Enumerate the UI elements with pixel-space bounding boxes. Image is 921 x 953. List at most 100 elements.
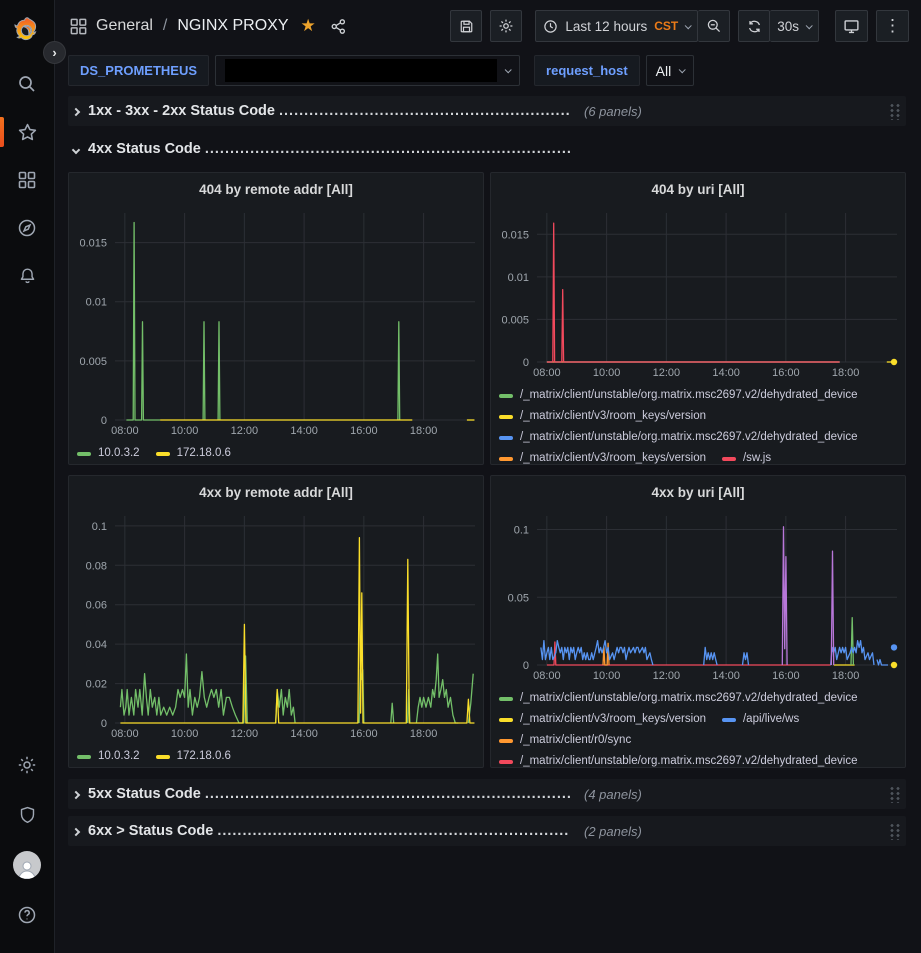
refresh-button[interactable] <box>738 10 770 42</box>
svg-text:14:00: 14:00 <box>290 425 318 437</box>
time-series-plot[interactable]: 00.0050.010.01508:0010:0012:0014:0016:00… <box>491 205 905 382</box>
legend-label: /_matrix/client/unstable/org.matrix.msc2… <box>520 688 858 709</box>
zoom-out-time-button[interactable] <box>698 10 730 42</box>
toolbar: Last 12 hours CST <box>450 10 909 42</box>
sidebar-item-explore[interactable] <box>0 204 55 252</box>
legend-item[interactable]: /_matrix/client/unstable/org.matrix.msc2… <box>499 427 858 448</box>
chevron-down-icon <box>505 66 512 73</box>
panel-4xx-by-uri: 4xx by uri [All] 00.050.108:0010:0012:00… <box>490 475 906 768</box>
svg-text:14:00: 14:00 <box>290 728 318 740</box>
row-header-1xx-3xx-2xx[interactable]: 1xx - 3xx - 2xx Status Code (6 panels) <box>68 96 906 126</box>
legend-item[interactable]: /api/live/ws <box>722 709 799 730</box>
row-drag-handle[interactable] <box>888 785 900 803</box>
panel-legend: 10.0.3.2 172.18.0.6 <box>69 440 483 464</box>
time-range-picker[interactable]: Last 12 hours CST <box>535 10 698 42</box>
panel-title[interactable]: 404 by remote addr [All] <box>69 173 483 205</box>
row-drag-handle[interactable] <box>888 822 900 840</box>
svg-text:16:00: 16:00 <box>350 728 378 740</box>
svg-text:12:00: 12:00 <box>653 367 681 379</box>
chevron-down-icon <box>685 22 692 29</box>
chevron-down-icon <box>73 140 79 158</box>
legend-swatch <box>499 760 513 764</box>
ds-prometheus-select[interactable] <box>215 55 520 86</box>
row-header-5xx[interactable]: 5xx Status Code (4 panels) <box>68 779 906 809</box>
legend-item[interactable]: /_matrix/client/v3/room_keys/version <box>499 448 706 464</box>
share-icon[interactable] <box>330 18 347 35</box>
svg-text:0.015: 0.015 <box>501 229 529 241</box>
request-host-value: All <box>656 63 672 79</box>
sidebar-item-help[interactable] <box>0 891 55 939</box>
legend-swatch <box>499 394 513 398</box>
panel-title[interactable]: 4xx by uri [All] <box>491 476 905 508</box>
svg-text:0: 0 <box>101 415 107 427</box>
more-options-button[interactable]: ⋮ <box>876 10 909 42</box>
row-header-4xx[interactable]: 4xx Status Code <box>68 134 906 164</box>
monitor-icon <box>843 18 860 35</box>
chevron-right-icon <box>73 822 79 840</box>
time-series-plot[interactable]: 00.020.040.060.080.108:0010:0012:0014:00… <box>69 508 483 743</box>
legend-label: /sw.js <box>743 448 771 464</box>
legend-swatch <box>722 718 736 722</box>
legend-label: /api/live/ws <box>743 709 799 730</box>
legend-item[interactable]: /_matrix/client/unstable/org.matrix.msc2… <box>499 385 858 406</box>
dashboard-settings-button[interactable] <box>490 10 522 42</box>
legend-item[interactable]: /_matrix/client/v3/room_keys/version <box>499 406 706 427</box>
sidebar-item-alerting[interactable] <box>0 252 55 300</box>
chevron-right-icon <box>73 785 79 803</box>
legend-label: /_matrix/client/r0/sync <box>520 730 631 751</box>
sidebar-item-configuration[interactable] <box>0 741 55 789</box>
row-header-6xx[interactable]: 6xx > Status Code (2 panels) <box>68 816 906 846</box>
svg-text:08:00: 08:00 <box>533 367 561 379</box>
panel-title[interactable]: 4xx by remote addr [All] <box>69 476 483 508</box>
panel-legend: /_matrix/client/unstable/org.matrix.msc2… <box>491 685 905 767</box>
legend-item[interactable]: /_matrix/client/v3/room_keys/version <box>499 709 706 730</box>
breadcrumb-folder[interactable]: General <box>96 17 153 35</box>
legend-swatch <box>77 755 91 759</box>
legend-item[interactable]: 172.18.0.6 <box>156 746 231 767</box>
sidebar-item-profile[interactable] <box>0 841 55 889</box>
legend-swatch <box>499 718 513 722</box>
svg-text:14:00: 14:00 <box>712 367 740 379</box>
chevron-down-icon <box>806 22 813 29</box>
sidebar-item-dashboards[interactable] <box>0 156 55 204</box>
sidebar-expand-button[interactable]: › <box>43 41 66 64</box>
legend-swatch <box>499 739 513 743</box>
row-drag-handle[interactable] <box>888 102 900 120</box>
svg-text:12:00: 12:00 <box>231 728 259 740</box>
row-title: 1xx - 3xx - 2xx Status Code <box>88 103 275 119</box>
legend-item[interactable]: 10.0.3.2 <box>77 746 140 767</box>
chart-svg: 00.050.108:0010:0012:0014:0016:0018:00 <box>491 508 905 685</box>
variable-label-request-host: request_host <box>534 55 640 86</box>
legend-item[interactable]: /_matrix/client/unstable/org.matrix.msc2… <box>499 751 858 767</box>
legend-item[interactable]: /sw.js <box>722 448 771 464</box>
chevron-down-icon <box>679 66 686 73</box>
legend-swatch <box>499 697 513 701</box>
save-dashboard-button[interactable] <box>450 10 482 42</box>
tv-mode-button[interactable] <box>835 10 868 42</box>
legend-label: /_matrix/client/unstable/org.matrix.msc2… <box>520 385 858 406</box>
gear-icon <box>17 755 37 775</box>
legend-item[interactable]: 10.0.3.2 <box>77 443 140 464</box>
legend-item[interactable]: /_matrix/client/unstable/org.matrix.msc2… <box>499 688 858 709</box>
sidebar-item-server-admin[interactable] <box>0 791 55 839</box>
panel-title[interactable]: 404 by uri [All] <box>491 173 905 205</box>
svg-text:0.06: 0.06 <box>86 600 107 612</box>
refresh-interval-picker[interactable]: 30s <box>770 10 819 42</box>
request-host-select[interactable]: All <box>646 55 695 86</box>
legend-label: 10.0.3.2 <box>98 443 140 464</box>
dashboard-title[interactable]: NGINX PROXY <box>177 17 288 35</box>
time-series-plot[interactable]: 00.050.108:0010:0012:0014:0016:0018:00 <box>491 508 905 685</box>
clock-icon <box>543 19 558 34</box>
legend-item[interactable]: /_matrix/client/r0/sync <box>499 730 631 751</box>
legend-label: 172.18.0.6 <box>177 443 231 464</box>
time-series-plot[interactable]: 00.0050.010.01508:0010:0012:0014:0016:00… <box>69 205 483 440</box>
panel-404-by-uri: 404 by uri [All] 00.0050.010.01508:0010:… <box>490 172 906 465</box>
sidebar-item-starred[interactable] <box>0 108 55 156</box>
svg-text:10:00: 10:00 <box>593 670 621 682</box>
sidebar-item-search[interactable] <box>0 60 55 108</box>
row-panel-count: (2 panels) <box>584 824 642 839</box>
legend-item[interactable]: 172.18.0.6 <box>156 443 231 464</box>
row-panel-count: (6 panels) <box>584 104 642 119</box>
favorite-star-icon[interactable]: ★ <box>301 16 316 36</box>
chart-svg: 00.020.040.060.080.108:0010:0012:0014:00… <box>69 508 483 743</box>
